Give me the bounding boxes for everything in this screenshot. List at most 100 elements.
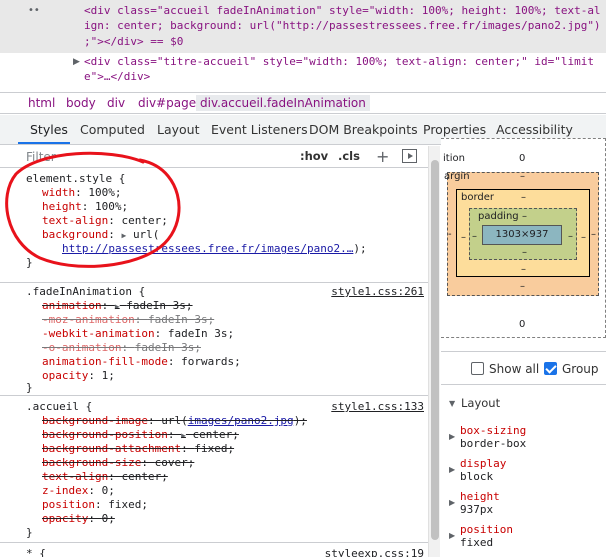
property-name[interactable]: background-image [42, 414, 148, 427]
filter-input[interactable] [26, 148, 266, 165]
margin-top-value[interactable]: – [520, 171, 525, 182]
image-url-link[interactable]: images/pano2.jpg [188, 414, 294, 427]
property-value[interactable]: fadeIn 3s; [168, 327, 234, 340]
style-property[interactable]: width: 100%; [42, 186, 122, 200]
style-property[interactable]: text-align: center; [42, 470, 168, 484]
dom-line[interactable]: <div class="titre-accueil" style="width:… [84, 54, 594, 69]
border-bottom-value[interactable]: – [521, 264, 526, 275]
property-name[interactable]: -webkit-animation [42, 327, 155, 340]
dom-line[interactable]: <div class="accueil fadeInAnimation" sty… [84, 3, 601, 18]
property-name[interactable]: background [42, 228, 108, 241]
style-property[interactable]: background-position: ▶ center; [42, 428, 239, 443]
style-property[interactable]: opacity: 1; [42, 369, 115, 383]
style-property[interactable]: -webkit-animation: fadeIn 3s; [42, 327, 234, 341]
property-name[interactable]: position [42, 498, 95, 511]
style-property[interactable]: text-align: center; [42, 214, 168, 228]
scrollbar-thumb[interactable] [431, 160, 439, 540]
property-name[interactable]: opacity [42, 512, 88, 525]
property-name[interactable]: height [42, 200, 82, 213]
style-property[interactable]: animation: ▶ fadeIn 3s; [42, 299, 193, 314]
property-value[interactable]: fixed; [194, 442, 234, 455]
property-name[interactable]: width [42, 186, 75, 199]
border-top-value[interactable]: – [521, 192, 526, 203]
source-link[interactable]: style1.css:261 [331, 285, 424, 299]
dom-line[interactable]: ;"></div> == $0 [84, 34, 183, 49]
computed-property-name[interactable]: display [460, 457, 506, 470]
group-label[interactable]: Group [562, 362, 599, 376]
computed-property-name[interactable]: box-sizing [460, 424, 526, 437]
breadcrumb-body[interactable]: body [66, 96, 96, 110]
expand-arrow-icon[interactable]: ▶ [115, 302, 120, 311]
property-value[interactable]: fadeIn 3s; [135, 341, 201, 354]
breadcrumb-html[interactable]: html [28, 96, 55, 110]
property-value[interactable]: fadeIn 3s; [148, 313, 214, 326]
padding-top-value[interactable]: – [522, 211, 527, 222]
expand-triangle-icon[interactable]: ▶ [449, 498, 455, 507]
boxmodel-content[interactable]: 1303×937 [482, 225, 562, 245]
padding-bottom-value[interactable]: – [522, 247, 527, 258]
property-value[interactable]: center; [193, 428, 239, 441]
property-name[interactable]: animation [42, 299, 102, 312]
show-all-label[interactable]: Show all [489, 362, 539, 376]
rule-selector[interactable]: element.style { [26, 172, 125, 186]
style-property[interactable]: background-attachment: fixed; [42, 442, 234, 456]
property-value[interactable]: 0; [102, 484, 115, 497]
style-property[interactable]: position: fixed; [42, 498, 148, 512]
expand-arrow-icon[interactable]: ▶ [181, 431, 186, 440]
style-property[interactable]: background-image: url(images/pano2.jpg); [42, 414, 307, 428]
dom-line[interactable]: e">…</div> [84, 69, 150, 84]
margin-bottom-value[interactable]: – [520, 281, 525, 292]
toggle-sidebar-icon[interactable] [402, 149, 417, 163]
property-value[interactable]: fadeIn 3s; [126, 299, 192, 312]
hov-button[interactable]: :hov [300, 149, 328, 163]
source-link[interactable]: styleexp.css:19 [325, 547, 424, 557]
property-name[interactable]: -moz-animation [42, 313, 135, 326]
style-property[interactable]: background: ▶ url( [42, 228, 159, 243]
position-top-value[interactable]: 0 [519, 153, 525, 164]
padding-left-value[interactable]: – [472, 231, 477, 242]
property-name[interactable]: -o-animation [42, 341, 121, 354]
property-value[interactable]: fixed; [108, 498, 148, 511]
property-name[interactable]: text-align [42, 214, 108, 227]
group-checkbox[interactable] [544, 362, 557, 375]
dom-line[interactable]: ign: center; background: url("http://pas… [84, 18, 601, 33]
expand-triangle-icon[interactable]: ▶ [449, 465, 455, 474]
expand-triangle-icon[interactable]: ▶ [449, 531, 455, 540]
property-name[interactable]: background-attachment [42, 442, 181, 455]
new-rule-icon[interactable]: + [376, 147, 389, 166]
property-value[interactable]: 0; [102, 512, 115, 525]
property-name[interactable]: animation-fill-mode [42, 355, 168, 368]
style-property[interactable]: z-index: 0; [42, 484, 115, 498]
style-property[interactable]: -o-animation: fadeIn 3s; [42, 341, 201, 355]
property-name[interactable]: text-align [42, 470, 108, 483]
style-property[interactable]: height: 100%; [42, 200, 128, 214]
property-value[interactable]: url( [133, 228, 160, 241]
tab-properties[interactable]: Properties [423, 122, 486, 137]
padding-right-value[interactable]: – [568, 231, 573, 242]
breadcrumb-current[interactable]: div.accueil.fadeInAnimation [196, 95, 370, 111]
property-name[interactable]: opacity [42, 369, 88, 382]
property-value[interactable]: cover; [155, 456, 195, 469]
chevron-down-icon[interactable]: ▼ [449, 399, 455, 408]
tab-styles[interactable]: Styles [30, 122, 68, 137]
rule-selector[interactable]: * { [26, 547, 46, 557]
tab-dom-breakpoints[interactable]: DOM Breakpoints [309, 122, 418, 137]
style-property[interactable]: background-size: cover; [42, 456, 194, 470]
property-name[interactable]: z-index [42, 484, 88, 497]
expand-triangle-icon[interactable]: ▶ [449, 432, 455, 441]
property-value[interactable]: 100%; [88, 186, 121, 199]
styles-scrollbar[interactable] [428, 146, 440, 557]
property-value[interactable]: center; [121, 214, 167, 227]
background-url-link[interactable]: http://passestressees.free.fr/images/pan… [62, 242, 353, 255]
tab-accessibility[interactable]: Accessibility [496, 122, 573, 137]
property-value[interactable]: center; [121, 470, 167, 483]
border-right-value[interactable]: – [581, 232, 586, 243]
style-property[interactable]: -moz-animation: fadeIn 3s; [42, 313, 214, 327]
property-value[interactable]: forwards; [181, 355, 241, 368]
property-value[interactable]: url( [161, 414, 188, 427]
computed-property-name[interactable]: position [460, 523, 513, 536]
show-all-checkbox[interactable] [471, 362, 484, 375]
layout-group-title[interactable]: Layout [461, 396, 500, 410]
property-name[interactable]: background-size [42, 456, 141, 469]
tab-computed[interactable]: Computed [80, 122, 145, 137]
